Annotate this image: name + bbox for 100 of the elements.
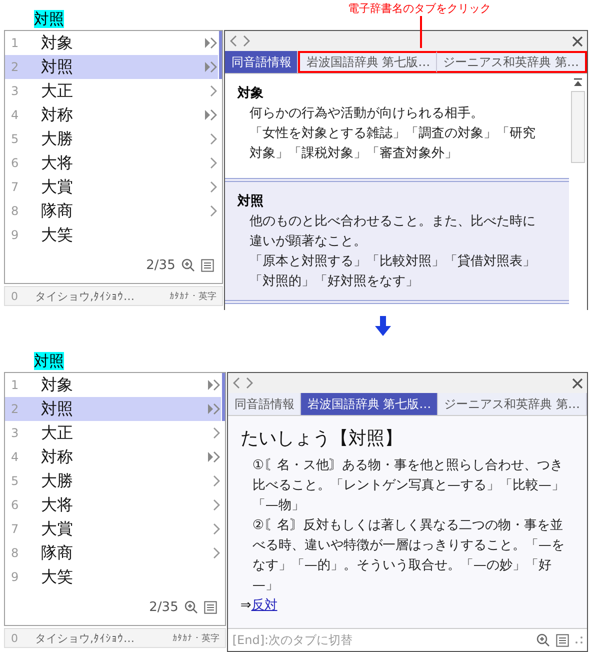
candidate-text: 大笑 [41, 224, 74, 246]
leader-line [420, 16, 422, 48]
candidate-number: 0 [11, 290, 19, 302]
candidate-number: 2 [11, 60, 20, 74]
candidate-number: 2 [11, 402, 20, 416]
scroll-top-icon[interactable] [573, 78, 583, 87]
scrollbar-thumb[interactable] [571, 91, 585, 163]
extra-candidate[interactable]: 0 タイショウ,ﾀｲｼｮｳ… ｶﾀｶﾅ・英字 [4, 628, 226, 648]
entry-headword: 対象 [237, 84, 264, 102]
candidate-item[interactable]: 6 大将 [5, 493, 222, 517]
chevron-icon [210, 181, 218, 193]
footer-hint: [End]:次のタブに切替 [232, 632, 354, 648]
scrollbar-thumb[interactable] [219, 31, 222, 79]
candidate-text: 対象 [41, 32, 74, 54]
list-icon[interactable] [201, 258, 214, 272]
candidate-text: 隊商 [41, 200, 74, 222]
candidate-text: 対象 [41, 374, 74, 396]
candidate-number: 6 [11, 498, 20, 512]
zoom-in-icon[interactable] [184, 600, 198, 614]
candidate-text: 大勝 [41, 128, 74, 150]
forward-icon[interactable] [245, 377, 254, 389]
candidate-number: 0 [11, 632, 19, 644]
chevron-icon [213, 475, 222, 487]
candidate-item[interactable]: 4 対称 [5, 103, 218, 127]
candidate-item[interactable]: 1 対象 [5, 373, 222, 397]
candidate-number: 9 [11, 570, 20, 584]
double-chevron-icon [204, 37, 218, 49]
chevron-icon [213, 547, 222, 559]
chevron-icon [213, 523, 222, 535]
back-icon[interactable] [229, 35, 238, 47]
candidate-text: 大正 [41, 422, 74, 444]
candidate-number: 3 [11, 84, 20, 98]
close-icon[interactable] [572, 36, 583, 46]
close-icon[interactable] [572, 378, 583, 388]
candidate-item[interactable]: 1 対象 [5, 31, 218, 55]
candidate-text: 対称 [41, 446, 74, 468]
see-also-link[interactable]: 反対 [251, 596, 278, 616]
candidate-text: 大賞 [41, 518, 74, 540]
dictionary-tab[interactable]: ジーニアス和英辞典 第… [437, 51, 587, 73]
chevron-icon [210, 157, 218, 169]
candidate-number: 8 [11, 546, 20, 560]
resize-grip-icon[interactable] [575, 636, 583, 644]
candidate-number: 7 [11, 522, 20, 536]
candidate-text: タイショウ,ﾀｲｼｮｳ… [35, 288, 136, 304]
dictionary-tab[interactable]: 岩波国語辞典 第七版… [301, 393, 438, 415]
candidate-number: 1 [11, 36, 20, 50]
entry-text: 「女性を対象とする雑誌」「調査の対象」「研究対象」「課税対象」「審査対象外」 [248, 125, 536, 163]
candidate-item[interactable]: 3 大正 [5, 79, 218, 103]
list-icon[interactable] [204, 600, 218, 614]
candidate-item[interactable]: 7 大賞 [5, 175, 218, 199]
candidate-item[interactable]: 2 対照 [5, 397, 222, 421]
candidate-item[interactable]: 8 隊商 [5, 541, 222, 565]
dictionary-tab[interactable]: ジーニアス和英辞典 第… [438, 393, 587, 415]
entry-text: 「原本と対照する」「比較対照」「貸借対照表」「対照的」「好対照をなす」 [248, 253, 536, 291]
forward-icon[interactable] [242, 35, 252, 47]
chevron-icon [210, 85, 218, 97]
extra-candidate[interactable]: 0 タイショウ,ﾀｲｼｮｳ… ｶﾀｶﾅ・英字 [4, 286, 224, 306]
page-counter: 2/35 [149, 600, 178, 614]
candidate-number: 4 [11, 108, 20, 122]
page-counter: 2/35 [146, 258, 176, 272]
candidate-type: ｶﾀｶﾅ・英字 [169, 290, 216, 302]
double-chevron-icon [207, 451, 222, 463]
candidate-item[interactable]: 4 対称 [5, 445, 222, 469]
back-icon[interactable] [232, 377, 242, 389]
scrollbar-thumb[interactable] [222, 373, 226, 421]
double-chevron-icon [204, 109, 218, 121]
list-icon[interactable] [556, 634, 569, 646]
candidate-item[interactable]: 7 大賞 [5, 517, 222, 541]
candidate-item[interactable]: 5 大勝 [5, 127, 218, 151]
double-chevron-icon [207, 379, 222, 391]
candidate-item[interactable]: 9 大笑 [5, 565, 222, 589]
candidate-item[interactable]: 2 対照 [5, 55, 218, 79]
zoom-in-icon[interactable] [181, 258, 196, 272]
dictionary-tab[interactable]: 岩波国語辞典 第七版… [298, 51, 438, 73]
candidate-number: 1 [11, 378, 20, 392]
entry-text: 何らかの行為や活動が向けられる相手。 [248, 105, 484, 123]
annotation-text: 電子辞書名のタブをクリック [348, 1, 491, 16]
chevron-icon [213, 499, 222, 511]
candidate-number: 4 [11, 450, 20, 464]
candidate-number: 5 [11, 474, 20, 488]
candidate-number: 6 [11, 156, 20, 170]
chevron-icon [213, 427, 222, 439]
candidate-number: 5 [11, 132, 20, 146]
candidate-text: 大賞 [41, 176, 74, 198]
entry-text: 他のものと比べ合わせること。また、比べた時に違いが顕著なこと。 [248, 213, 536, 251]
candidate-item[interactable]: 3 大正 [5, 421, 222, 445]
see-also-mark: ⇒ [240, 597, 252, 615]
candidate-item[interactable]: 9 大笑 [5, 223, 218, 247]
candidate-item[interactable]: 6 大将 [5, 151, 218, 175]
candidate-text: 大将 [41, 152, 74, 174]
zoom-in-icon[interactable] [536, 633, 550, 647]
candidate-type: ｶﾀｶﾅ・英字 [172, 632, 220, 644]
double-chevron-icon [204, 61, 218, 73]
candidate-item[interactable]: 5 大勝 [5, 469, 222, 493]
candidate-item[interactable]: 8 隊商 [5, 199, 218, 223]
candidate-text: タイショウ,ﾀｲｼｮｳ… [35, 630, 136, 646]
candidate-text: 大将 [41, 494, 74, 516]
chevron-icon [210, 205, 218, 217]
dictionary-tab[interactable]: 同音語情報 [225, 51, 298, 73]
candidate-text: 対照 [41, 398, 74, 420]
